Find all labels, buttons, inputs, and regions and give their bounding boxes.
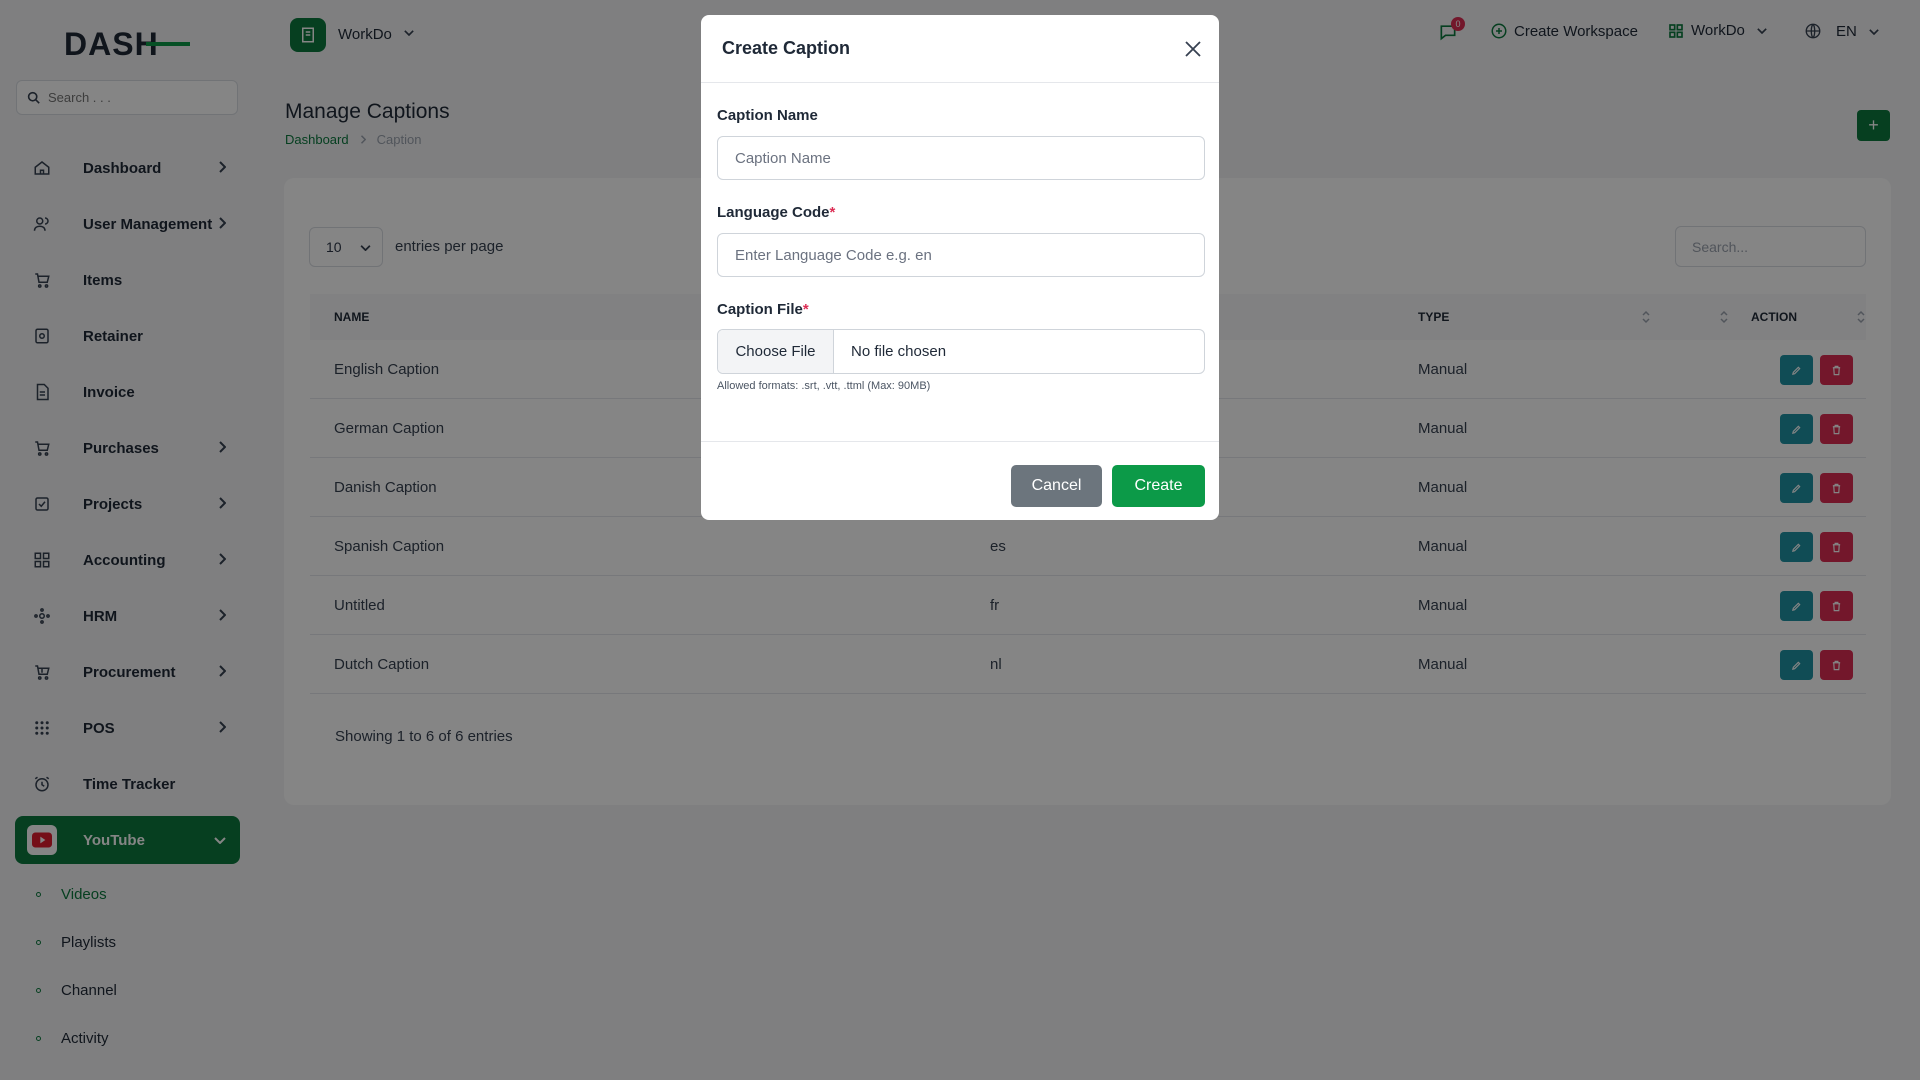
caption-name-label: Caption Name (717, 107, 818, 124)
language-code-label: Language Code* (717, 204, 835, 221)
close-icon[interactable] (1183, 39, 1203, 59)
file-format-hint: Allowed formats: .srt, .vtt, .ttml (Max:… (717, 380, 931, 392)
modal-title: Create Caption (722, 38, 851, 58)
file-status: No file chosen (851, 343, 947, 360)
caption-file-label: Caption File* (717, 301, 809, 318)
cancel-button[interactable]: Cancel (1011, 465, 1102, 507)
language-code-input[interactable] (717, 233, 1205, 277)
choose-file-button[interactable]: Choose File (718, 330, 834, 373)
create-caption-modal: Create Caption Caption Name Language Cod… (701, 15, 1219, 520)
caption-file-label-text: Caption File (717, 301, 803, 318)
caption-name-label-text: Caption Name (717, 107, 818, 124)
required-mark: * (802, 301, 809, 318)
caption-file-input[interactable]: Choose File No file chosen (717, 329, 1205, 374)
required-mark: * (829, 204, 836, 221)
caption-name-input[interactable] (717, 136, 1205, 180)
modal-divider (701, 82, 1219, 83)
create-button[interactable]: Create (1112, 465, 1205, 507)
modal-divider (701, 441, 1219, 442)
language-code-label-text: Language Code (717, 204, 830, 221)
